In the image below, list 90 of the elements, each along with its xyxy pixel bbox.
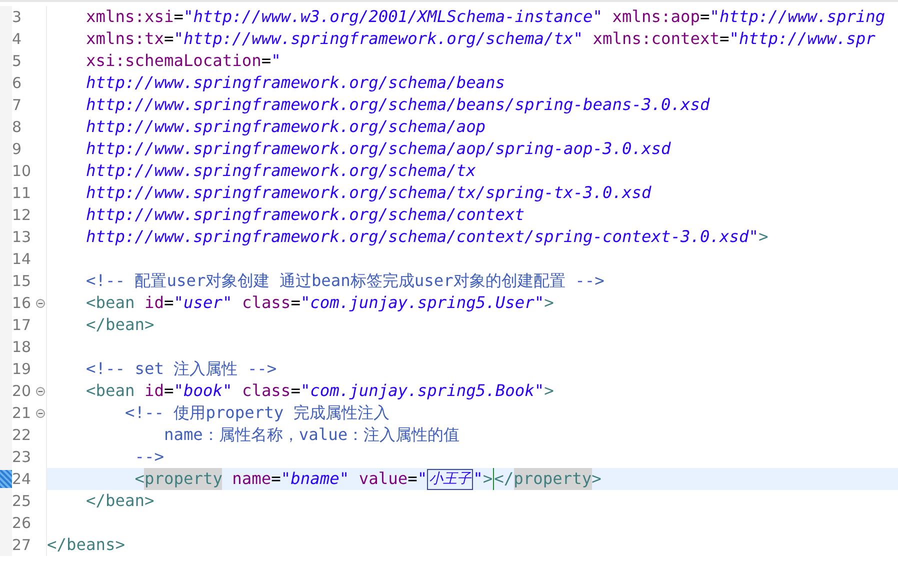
xml-tag: <bean	[47, 380, 135, 402]
xml-tag: </	[494, 468, 514, 490]
line-number: 16	[12, 293, 32, 314]
equals-sign: =	[164, 28, 174, 50]
xml-tag: </bean>	[47, 314, 154, 336]
attribute-value: "	[271, 50, 281, 72]
attribute-value: http://www.springframework.org/schema/aop/spring-aop-3.0.xsd	[84, 138, 671, 160]
line-number: 14	[12, 249, 32, 270]
xml-tag: <	[47, 468, 144, 490]
line-number: 9	[12, 139, 22, 160]
xml-tag: >	[482, 468, 493, 490]
attribute-name: xmlns:aop	[611, 6, 700, 28]
attribute-value: "com.junjay.spring5.User"	[300, 292, 544, 314]
attribute-value: http://www.springframework.org/schema/tx/spring-tx-3.0.xsd	[84, 182, 652, 204]
attribute-value: "bname"	[280, 468, 350, 490]
xml-tag: >	[544, 380, 554, 402]
line-number: 23	[12, 447, 32, 468]
attribute-value: "user"	[174, 292, 232, 314]
line-number: 6	[12, 73, 22, 94]
attribute-value: "	[417, 468, 428, 490]
line-number: 4	[12, 29, 22, 50]
attribute-name: value	[358, 468, 408, 490]
attribute-value: http://www.springframework.org/schema/beans	[84, 72, 506, 94]
line-number: 21	[12, 403, 32, 424]
line-number: 27	[12, 535, 32, 556]
line-number: 18	[12, 337, 32, 358]
line-number: 19	[12, 359, 32, 380]
equals-sign: =	[174, 6, 184, 28]
attribute-name: xmlns:xsi	[84, 6, 174, 28]
attribute-name: xsi:schemaLocation	[84, 50, 262, 72]
equals-sign: =	[719, 28, 730, 50]
xml-tag: property	[144, 468, 222, 490]
equals-sign: =	[261, 50, 272, 72]
line-number: 11	[12, 183, 32, 204]
equals-sign: =	[290, 380, 300, 402]
attribute-value: http://www.springframework.org/schema/aop	[84, 116, 486, 138]
attribute-value: "com.junjay.spring5.Book"	[300, 380, 544, 402]
fold-collapse-icon[interactable]	[36, 298, 45, 308]
line-number: 12	[12, 205, 32, 226]
xml-tag: </bean>	[47, 490, 154, 512]
equals-sign: =	[700, 6, 710, 28]
xml-comment: name：属性名称，value：注入属性的值	[162, 424, 460, 446]
xml-tag: property	[514, 468, 592, 490]
xml-tag: <bean	[47, 292, 135, 314]
line-number: 20	[12, 381, 32, 402]
line-number: 3	[12, 7, 22, 28]
xml-comment: -->	[134, 446, 164, 468]
line-number: 10	[12, 161, 32, 182]
line-number: 25	[12, 491, 32, 512]
line-number: 22	[12, 425, 32, 446]
attribute-value: "http://www.w3.org/2001/XMLSchema-instance"	[183, 6, 603, 28]
equals-sign: =	[290, 292, 300, 314]
equals-sign: =	[408, 468, 418, 490]
attribute-name: xmlns:tx	[84, 28, 164, 50]
attribute-name: xmlns:context	[592, 28, 720, 50]
xml-tag: >	[758, 226, 768, 248]
equals-sign: =	[164, 380, 174, 402]
line-number: 7	[12, 95, 22, 116]
attribute-value: http://www.springframework.org/schema/context/spring-context-3.0.xsd"	[84, 226, 758, 248]
xml-tag: </beans>	[47, 534, 125, 556]
attribute-name: id	[143, 292, 164, 314]
xml-tag: >	[544, 292, 554, 314]
attribute-value: "	[473, 468, 483, 490]
xml-comment: <!-- 配置user对象创建 通过bean标签完成user对象的创建配置 -->	[84, 270, 604, 292]
attribute-name: class	[240, 380, 291, 402]
attribute-value: http://www.springframework.org/schema/beans/spring-beans-3.0.xsd	[84, 94, 710, 116]
attribute-value: "http://www.spr	[729, 28, 876, 50]
attribute-name: id	[143, 380, 164, 402]
attribute-name: name	[231, 468, 272, 490]
line-number: 26	[12, 513, 32, 534]
xml-comment: <!-- 使用property 完成属性注入	[124, 402, 390, 424]
line-number: 8	[12, 117, 22, 138]
xml-comment: <!-- set 注入属性 -->	[84, 358, 277, 380]
xml-tag: >	[592, 468, 602, 490]
line-number: 15	[12, 271, 32, 292]
attribute-value: "book"	[174, 380, 232, 402]
attribute-value: http://www.springframework.org/schema/tx	[84, 160, 476, 182]
attribute-name: class	[240, 292, 291, 314]
line-number: 17	[12, 315, 32, 336]
attribute-value: http://www.springframework.org/schema/context	[84, 204, 525, 226]
line-number: 5	[12, 51, 22, 72]
fold-collapse-icon[interactable]	[36, 386, 45, 396]
attribute-value: "http://www.springframework.org/schema/tx"	[174, 28, 584, 50]
attribute-value: "http://www.spring	[710, 6, 886, 28]
line-number: 13	[12, 227, 32, 248]
fold-collapse-icon[interactable]	[36, 408, 45, 418]
equals-sign: =	[164, 292, 174, 314]
linked-edit-value[interactable]: 小王子	[427, 468, 474, 490]
line-number: 24	[12, 469, 32, 490]
equals-sign: =	[271, 468, 281, 490]
